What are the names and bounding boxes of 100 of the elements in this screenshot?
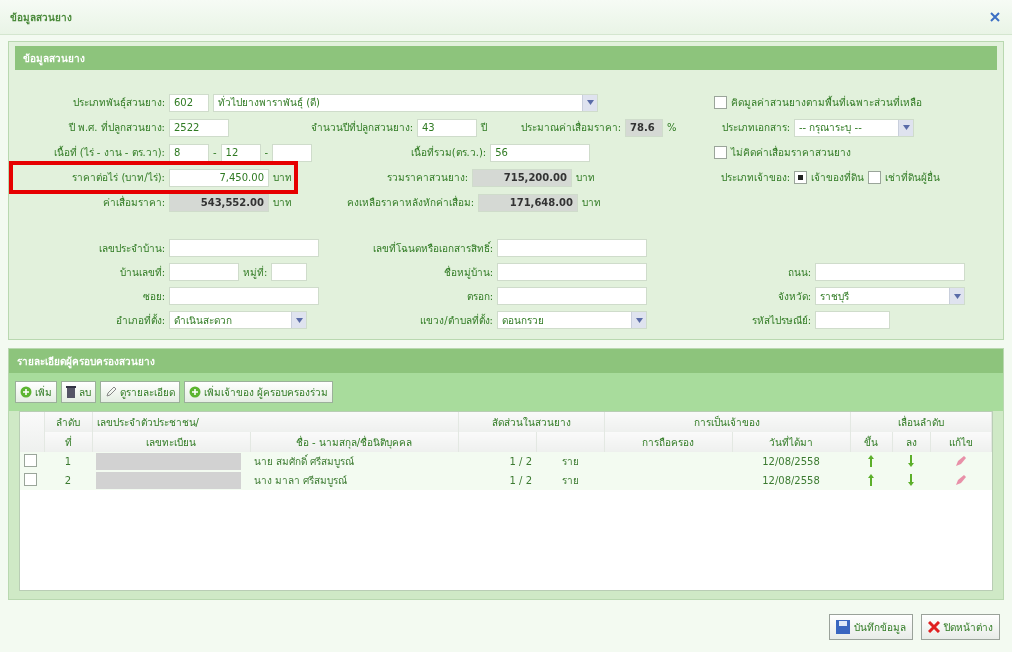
table-cell: 1 / 2 xyxy=(458,471,536,490)
field-label: ค่าเสื่อมราคา: xyxy=(101,195,165,210)
column-header: ขึ้น xyxy=(850,432,893,452)
toolbar-button[interactable]: เพิ่มเจ้าของ ผู้ครอบครองร่วม xyxy=(184,381,334,403)
dropdown-arrow-icon xyxy=(635,317,643,323)
checkbox[interactable] xyxy=(714,96,727,109)
up-arrow-icon[interactable] xyxy=(868,473,875,486)
field-label: ประเภทเจ้าของ: xyxy=(719,171,790,185)
checkbox[interactable] xyxy=(714,146,727,159)
input-field[interactable]: 8 xyxy=(169,143,209,162)
field-label: เลขประจำบ้าน: xyxy=(97,241,165,256)
input-field[interactable] xyxy=(169,287,319,305)
document-select[interactable]: -- กรุณาระบุ -- xyxy=(794,118,914,137)
input-field[interactable] xyxy=(815,311,890,329)
table-cell: 12/08/2558 xyxy=(732,452,850,471)
section-header: ข้อมูลสวนยาง xyxy=(15,46,997,70)
unit-label: บาท xyxy=(273,196,292,210)
separator: - xyxy=(264,147,269,158)
separator: - xyxy=(213,147,217,158)
input-field[interactable]: 56 xyxy=(490,143,591,162)
toolbar-button[interactable]: ลบ xyxy=(61,381,96,403)
field-label: อำเภอที่ตั้ง: xyxy=(114,312,165,328)
field-label: ประเภทเอกสาร: xyxy=(720,121,790,135)
input-field[interactable] xyxy=(497,287,647,305)
radio-button[interactable] xyxy=(794,171,807,184)
field-label: เนื้อที่ (ไร่ - งาน - ตร.วา): xyxy=(52,145,165,160)
radio-label: เจ้าของที่ดิน xyxy=(811,170,864,185)
field-label: ประเภทพันธุ์สวนยาง: xyxy=(71,96,165,110)
readonly-field: 171,648.00 xyxy=(478,193,578,212)
dropdown-arrow-icon xyxy=(295,317,303,323)
input-field[interactable]: 7,450.00 xyxy=(169,168,269,187)
table-cell: 2 xyxy=(44,471,92,490)
field-label: รหัสไปรษณีย์: xyxy=(750,313,811,328)
toolbar-button[interactable]: ดูรายละเอียด xyxy=(100,381,180,403)
input-field[interactable] xyxy=(272,143,313,162)
input-field[interactable] xyxy=(497,239,647,257)
section-header: รายละเอียดผู้ครอบครองสวนยาง xyxy=(9,349,1003,373)
down-arrow-icon[interactable] xyxy=(908,454,915,467)
checkbox-label: คิดมูลค่าสวนยางตามพื้นที่เฉพาะส่วนที่เหลือ xyxy=(731,95,922,110)
unit-label: บาท xyxy=(582,196,601,210)
field-label: รวมราคาสวนยาง: xyxy=(385,171,468,185)
unit-label: % xyxy=(667,122,677,133)
unit-label: บาท xyxy=(576,171,595,185)
checkbox[interactable] xyxy=(24,473,37,486)
table-cell: 1 / 2 xyxy=(458,452,536,471)
field-label: ปี พ.ศ. ที่ปลูกสวนยาง: xyxy=(67,120,165,135)
checkbox[interactable] xyxy=(24,454,37,467)
checkbox-label: ไม่คิดค่าเสื่อมราคาสวนยาง xyxy=(731,145,851,160)
save-button[interactable]: บันทึกข้อมูล xyxy=(829,614,913,640)
dropdown-arrow-icon xyxy=(586,100,594,105)
district-select[interactable]: ดำเนินสะดวก xyxy=(169,311,307,329)
input-field[interactable] xyxy=(271,263,308,281)
column-header: ชื่อ - นามสกุล/ชื่อนิติบุคคล xyxy=(250,432,458,452)
radio-button[interactable] xyxy=(868,171,881,184)
table-cell: นาย สมศักดิ์ ศรีสมบูรณ์ xyxy=(250,452,458,471)
field-label: ตรอก: xyxy=(465,289,493,304)
window-title: ข้อมูลสวนยาง xyxy=(10,10,72,25)
field-label: หมู่ที่: xyxy=(243,264,268,280)
field-label: เลขที่โฉนดหรือเอกสารสิทธิ์: xyxy=(371,240,493,256)
readonly-field: 715,200.00 xyxy=(472,168,572,187)
column-header: วันที่ได้มา xyxy=(732,432,850,452)
column-header: ลง xyxy=(892,432,931,452)
input-field[interactable] xyxy=(815,263,965,281)
down-arrow-icon[interactable] xyxy=(908,473,915,486)
table-cell: นาง มาลา ศรีสมบูรณ์ xyxy=(250,471,458,490)
field-label: ราคาต่อไร่ (บาท/ไร่): xyxy=(71,171,165,185)
trash-icon xyxy=(66,386,76,398)
column-header: สัดส่วนในสวนยาง xyxy=(458,412,604,432)
subdistrict-select[interactable]: ดอนกรวย xyxy=(497,311,647,329)
input-field[interactable]: 12 xyxy=(220,143,261,162)
table-cell: ราย xyxy=(536,471,604,490)
type-select[interactable]: ทั่วไปยางพาราพันธุ์ (ดี) xyxy=(213,93,598,112)
close-icon xyxy=(928,621,940,633)
input-field[interactable]: 43 xyxy=(417,118,477,137)
field-label: ชื่อหมู่บ้าน: xyxy=(442,264,493,280)
add-icon xyxy=(20,386,32,398)
pencil-icon xyxy=(105,386,117,398)
unit-label: ปี xyxy=(481,121,487,135)
province-select[interactable]: ราชบุรี xyxy=(815,287,965,305)
readonly-field: 78.6 xyxy=(625,118,663,137)
close-button[interactable]: ปิดหน้าต่าง xyxy=(921,614,1000,640)
column-header: เลื่อนลำดับ xyxy=(850,412,992,432)
toolbar-button[interactable]: เพิ่ม xyxy=(15,381,57,403)
column-header: เลขทะเบียน xyxy=(92,432,250,452)
floppy-icon xyxy=(836,620,850,634)
up-arrow-icon[interactable] xyxy=(868,454,875,467)
dropdown-arrow-icon xyxy=(902,125,910,130)
unit-label: บาท xyxy=(273,171,292,185)
pencil-icon[interactable] xyxy=(954,454,967,467)
field-label: ซอย: xyxy=(141,289,165,304)
pencil-icon[interactable] xyxy=(954,473,967,486)
input-field[interactable]: 602 xyxy=(169,93,209,112)
column-header: การถือครอง xyxy=(604,432,732,452)
input-field[interactable] xyxy=(169,239,319,257)
column-header: ลำดับ xyxy=(44,412,92,432)
input-field[interactable] xyxy=(169,263,239,281)
add-icon xyxy=(189,386,201,398)
input-field[interactable] xyxy=(497,263,647,281)
input-field[interactable]: 2522 xyxy=(169,118,229,137)
dropdown-arrow-icon xyxy=(953,293,961,299)
